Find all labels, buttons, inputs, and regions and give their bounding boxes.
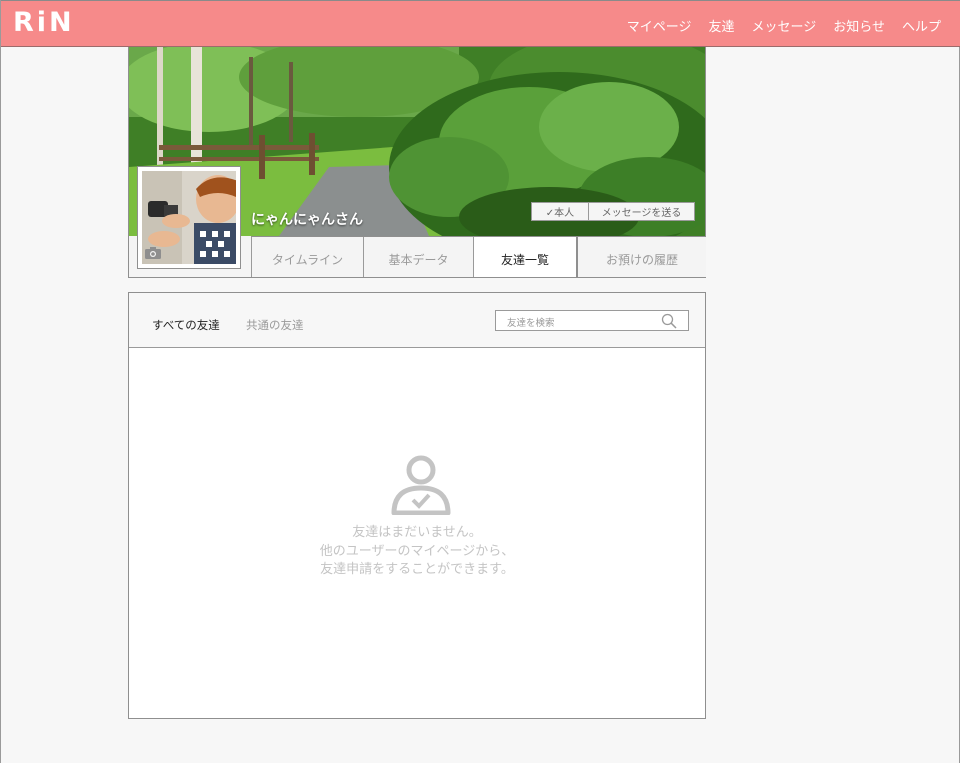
tab-basic-data[interactable]: 基本データ	[363, 237, 473, 277]
profile-username: にゃんにゃんさん	[251, 212, 363, 228]
tab-deposit-history[interactable]: お預けの履歴	[576, 237, 706, 277]
empty-line-3: 友達申請をすることができます。	[320, 562, 514, 577]
friend-search	[495, 310, 689, 333]
tab-friends-list[interactable]: 友達一覧	[473, 237, 576, 277]
profile-actions: ✓本人 メッセージを送る	[531, 202, 695, 221]
tab-mutual-friends[interactable]: 共通の友達	[246, 317, 304, 333]
camera-icon[interactable]	[145, 244, 161, 263]
search-icon[interactable]	[661, 313, 677, 333]
top-bar: RiN マイページ 友達 メッセージ お知らせ ヘルプ	[1, 0, 960, 47]
app-logo[interactable]: RiN	[13, 7, 75, 38]
nav-mypage[interactable]: マイページ	[627, 16, 692, 35]
tab-timeline[interactable]: タイムライン	[251, 237, 363, 277]
nav-help[interactable]: ヘルプ	[902, 16, 941, 35]
empty-line-1: 友達はまだいません。	[352, 525, 482, 540]
nav-notifications[interactable]: お知らせ	[833, 16, 885, 35]
friends-panel: すべての友達 共通の友達 友達はまだいません。 他のユーザーのマイページから、 …	[128, 292, 706, 719]
empty-line-2: 他のユーザーのマイページから、	[319, 543, 515, 559]
tab-all-friends[interactable]: すべての友達	[152, 317, 220, 333]
profile-header: にゃんにゃんさん ✓本人 メッセージを送る タイムライン 基本データ 友達一覧 …	[128, 47, 706, 278]
profile-tabs: タイムライン 基本データ 友達一覧 お預けの履歴	[251, 236, 706, 277]
self-badge: ✓本人	[531, 202, 589, 221]
nav-friends[interactable]: 友達	[708, 16, 734, 35]
main-nav: マイページ 友達 メッセージ お知らせ ヘルプ	[627, 16, 941, 35]
empty-state-message: 友達はまだいません。 他のユーザーのマイページから、 友達申請をすることができま…	[129, 524, 705, 580]
nav-messages[interactable]: メッセージ	[751, 16, 816, 35]
send-message-button[interactable]: メッセージを送る	[589, 202, 695, 221]
friends-panel-header: すべての友達 共通の友達	[129, 293, 705, 348]
user-check-icon	[391, 455, 451, 519]
friend-search-input[interactable]	[496, 314, 656, 333]
